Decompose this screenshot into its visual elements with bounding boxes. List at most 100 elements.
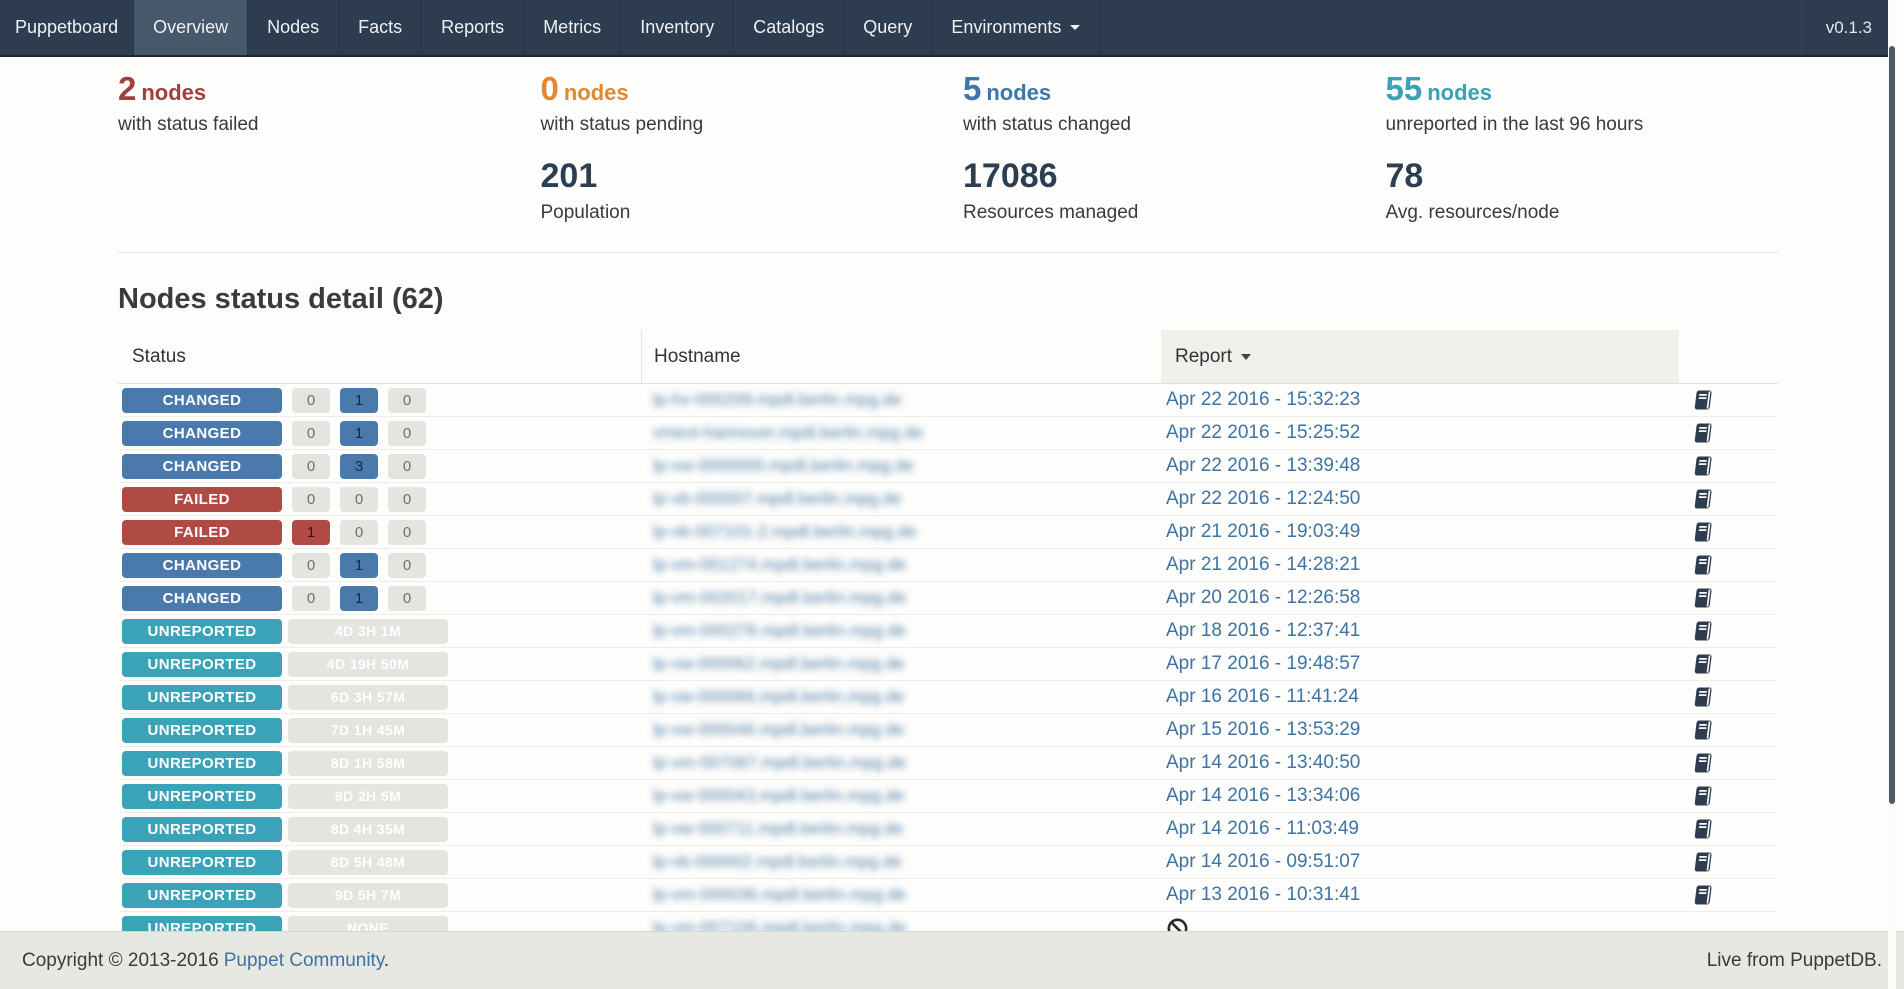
table-row: CHANGED010lp-hv-000209.mpdl.berlin.mpg.d… xyxy=(118,384,1778,417)
count-badge: 0 xyxy=(292,388,330,413)
report-date-link[interactable]: Apr 18 2016 - 12:37:41 xyxy=(1166,620,1360,642)
scrollbar-track[interactable] xyxy=(1888,0,1896,989)
nav-item-nodes[interactable]: Nodes xyxy=(248,0,339,55)
nav-item-overview[interactable]: Overview xyxy=(134,0,248,55)
report-log-icon[interactable] xyxy=(1693,521,1713,543)
hostname-link[interactable]: lp-vb-000002.mpdl.berlin.mpg.de xyxy=(653,852,902,872)
table-row: CHANGED010lp-vm-002017.mpdl.berlin.mpg.d… xyxy=(118,582,1778,615)
report-date-link[interactable]: Apr 17 2016 - 19:48:57 xyxy=(1166,653,1360,675)
stat-changed: 5nodes with status changed xyxy=(948,70,1371,136)
report-log-icon[interactable] xyxy=(1693,455,1713,477)
report-log-icon[interactable] xyxy=(1693,554,1713,576)
report-log-icon[interactable] xyxy=(1693,752,1713,774)
report-cell: Apr 14 2016 - 11:03:49 xyxy=(1161,818,1679,840)
report-log-icon[interactable] xyxy=(1693,620,1713,642)
hostname-link[interactable]: lp-vw-000062.mpdl.berlin.mpg.de xyxy=(653,654,904,674)
hostname-link[interactable]: lp-vm-000036.mpdl.berlin.mpg.de xyxy=(653,885,906,905)
hostname-link[interactable]: lp-vm-007087.mpdl.berlin.mpg.de xyxy=(653,753,906,773)
table-row: UNREPORTED9D 5H 7M lp-vm-000036.mpdl.berl… xyxy=(118,879,1778,912)
puppetboard-app: Puppetboard OverviewNodesFactsReports Met… xyxy=(0,0,1896,989)
nav-item-inventory[interactable]: Inventory xyxy=(621,0,734,55)
table-row: UNREPORTED4D 3H 1Mlp-vm-000276.mpdl.berl… xyxy=(118,615,1778,648)
hostname-link[interactable]: lp-vw-000046.mpdl.berlin.mpg.de xyxy=(653,720,904,740)
count-badge: 1 xyxy=(340,421,378,446)
hostname-link[interactable]: lp-vb-007101-2.mpdl.berlin.mpg.de xyxy=(653,522,917,542)
report-date-link[interactable]: Apr 15 2016 - 13:53:29 xyxy=(1166,719,1360,741)
report-log-book-icon xyxy=(1693,752,1713,774)
report-date-link[interactable]: Apr 21 2016 - 14:28:21 xyxy=(1166,554,1360,576)
hostname-cell: lp-vm-000276.mpdl.berlin.mpg.de xyxy=(641,621,1161,641)
hostname-link[interactable]: lp-vm-002017.mpdl.berlin.mpg.de xyxy=(653,588,906,608)
stat-failed: 2nodes with status failed xyxy=(103,70,526,136)
report-date-link[interactable]: Apr 14 2016 - 09:51:07 xyxy=(1166,851,1360,873)
report-date-link[interactable]: Apr 13 2016 - 10:31:41 xyxy=(1166,884,1360,906)
status-badge: UNREPORTED xyxy=(122,619,282,644)
hostname-link[interactable]: lp-vb-000007.mpdl.berlin.mpg.de xyxy=(653,489,902,509)
column-header-actions xyxy=(1679,330,1778,383)
report-cell: Apr 21 2016 - 19:03:49 xyxy=(1161,521,1679,543)
divider xyxy=(118,252,1778,253)
nav-item-metrics[interactable]: Metrics xyxy=(524,0,621,55)
report-log-icon[interactable] xyxy=(1693,851,1713,873)
hostname-link[interactable]: vmext-hannover.mpdl.berlin.mpg.de xyxy=(653,423,923,443)
report-date-link[interactable]: Apr 14 2016 - 13:40:50 xyxy=(1166,752,1360,774)
column-header-status[interactable]: Status xyxy=(118,330,641,383)
status-cell: UNREPORTED9D 5H 7M xyxy=(118,883,641,908)
status-cell: UNREPORTED8D 2H 5M xyxy=(118,784,641,809)
report-log-icon[interactable] xyxy=(1693,884,1713,906)
nav-item-facts[interactable]: Facts xyxy=(339,0,422,55)
report-date-link[interactable]: Apr 22 2016 - 15:25:52 xyxy=(1166,422,1360,444)
report-date-link[interactable]: Apr 22 2016 - 13:39:48 xyxy=(1166,455,1360,477)
hostname-link[interactable]: lp-vw-000711.mpdl.berlin.mpg.de xyxy=(653,819,903,839)
hostname-link[interactable]: lp-vw-000066.mpdl.berlin.mpg.de xyxy=(653,687,904,707)
table-row: UNREPORTED8D 4H 35Mlp-vw-000711.mpdl.ber… xyxy=(118,813,1778,846)
count-badge: 0 xyxy=(388,388,426,413)
status-cell: CHANGED010 xyxy=(118,421,641,446)
column-header-hostname[interactable]: Hostname xyxy=(641,330,1161,383)
report-log-icon[interactable] xyxy=(1693,719,1713,741)
puppet-community-link[interactable]: Puppet Community xyxy=(224,950,384,971)
report-date-link[interactable]: Apr 20 2016 - 12:26:58 xyxy=(1166,587,1360,609)
report-log-icon[interactable] xyxy=(1693,818,1713,840)
table-row: CHANGED030lp-vw-0000000.mpdl.berlin.mpg.… xyxy=(118,450,1778,483)
report-log-icon[interactable] xyxy=(1693,785,1713,807)
report-log-cell xyxy=(1679,587,1778,609)
avg-resources-count: 78 xyxy=(1386,157,1779,196)
column-header-report[interactable]: Report xyxy=(1161,330,1679,383)
hostname-link[interactable]: lp-vm-001274.mpdl.berlin.mpg.de xyxy=(653,555,906,575)
report-log-cell xyxy=(1679,620,1778,642)
brand-link[interactable]: Puppetboard xyxy=(0,0,134,55)
hostname-link[interactable]: lp-vm-000276.mpdl.berlin.mpg.de xyxy=(653,621,906,641)
report-log-icon[interactable] xyxy=(1693,389,1713,411)
report-log-icon[interactable] xyxy=(1693,422,1713,444)
hostname-link[interactable]: lp-hv-000209.mpdl.berlin.mpg.de xyxy=(653,390,902,410)
nav-item-catalogs[interactable]: Catalogs xyxy=(734,0,844,55)
hostname-cell: lp-vm-001274.mpdl.berlin.mpg.de xyxy=(641,555,1161,575)
nav-item-reports[interactable]: Reports xyxy=(422,0,524,55)
report-date-link[interactable]: Apr 16 2016 - 11:41:24 xyxy=(1166,686,1359,708)
hostname-link[interactable]: lp-vw-0000000.mpdl.berlin.mpg.de xyxy=(653,456,914,476)
report-log-icon[interactable] xyxy=(1693,686,1713,708)
report-log-icon[interactable] xyxy=(1693,653,1713,675)
report-date-link[interactable]: Apr 14 2016 - 13:34:06 xyxy=(1166,785,1360,807)
report-date-link[interactable]: Apr 14 2016 - 11:03:49 xyxy=(1166,818,1359,840)
report-date-link[interactable]: Apr 21 2016 - 19:03:49 xyxy=(1166,521,1360,543)
nav-item-environments[interactable]: Environments xyxy=(932,0,1100,55)
top-navbar: Puppetboard OverviewNodesFactsReports Met… xyxy=(0,0,1896,57)
report-log-cell xyxy=(1679,785,1778,807)
report-log-book-icon xyxy=(1693,587,1713,609)
count-badge: 0 xyxy=(388,553,426,578)
nav-item-query[interactable]: Query xyxy=(844,0,932,55)
report-log-book-icon xyxy=(1693,785,1713,807)
nav-item-label: Metrics xyxy=(543,17,601,38)
report-date-link[interactable]: Apr 22 2016 - 12:24:50 xyxy=(1166,488,1360,510)
scrollbar-thumb[interactable] xyxy=(1889,46,1895,804)
report-log-icon[interactable] xyxy=(1693,587,1713,609)
report-log-book-icon xyxy=(1693,554,1713,576)
report-cell: Apr 13 2016 - 10:31:41 xyxy=(1161,884,1679,906)
report-date-link[interactable]: Apr 22 2016 - 15:32:23 xyxy=(1166,389,1360,411)
hostname-cell: lp-vm-007087.mpdl.berlin.mpg.de xyxy=(641,753,1161,773)
hostname-link[interactable]: lp-vw-000043.mpdl.berlin.mpg.de xyxy=(653,786,904,806)
report-cell: Apr 22 2016 - 15:25:52 xyxy=(1161,422,1679,444)
report-log-icon[interactable] xyxy=(1693,488,1713,510)
